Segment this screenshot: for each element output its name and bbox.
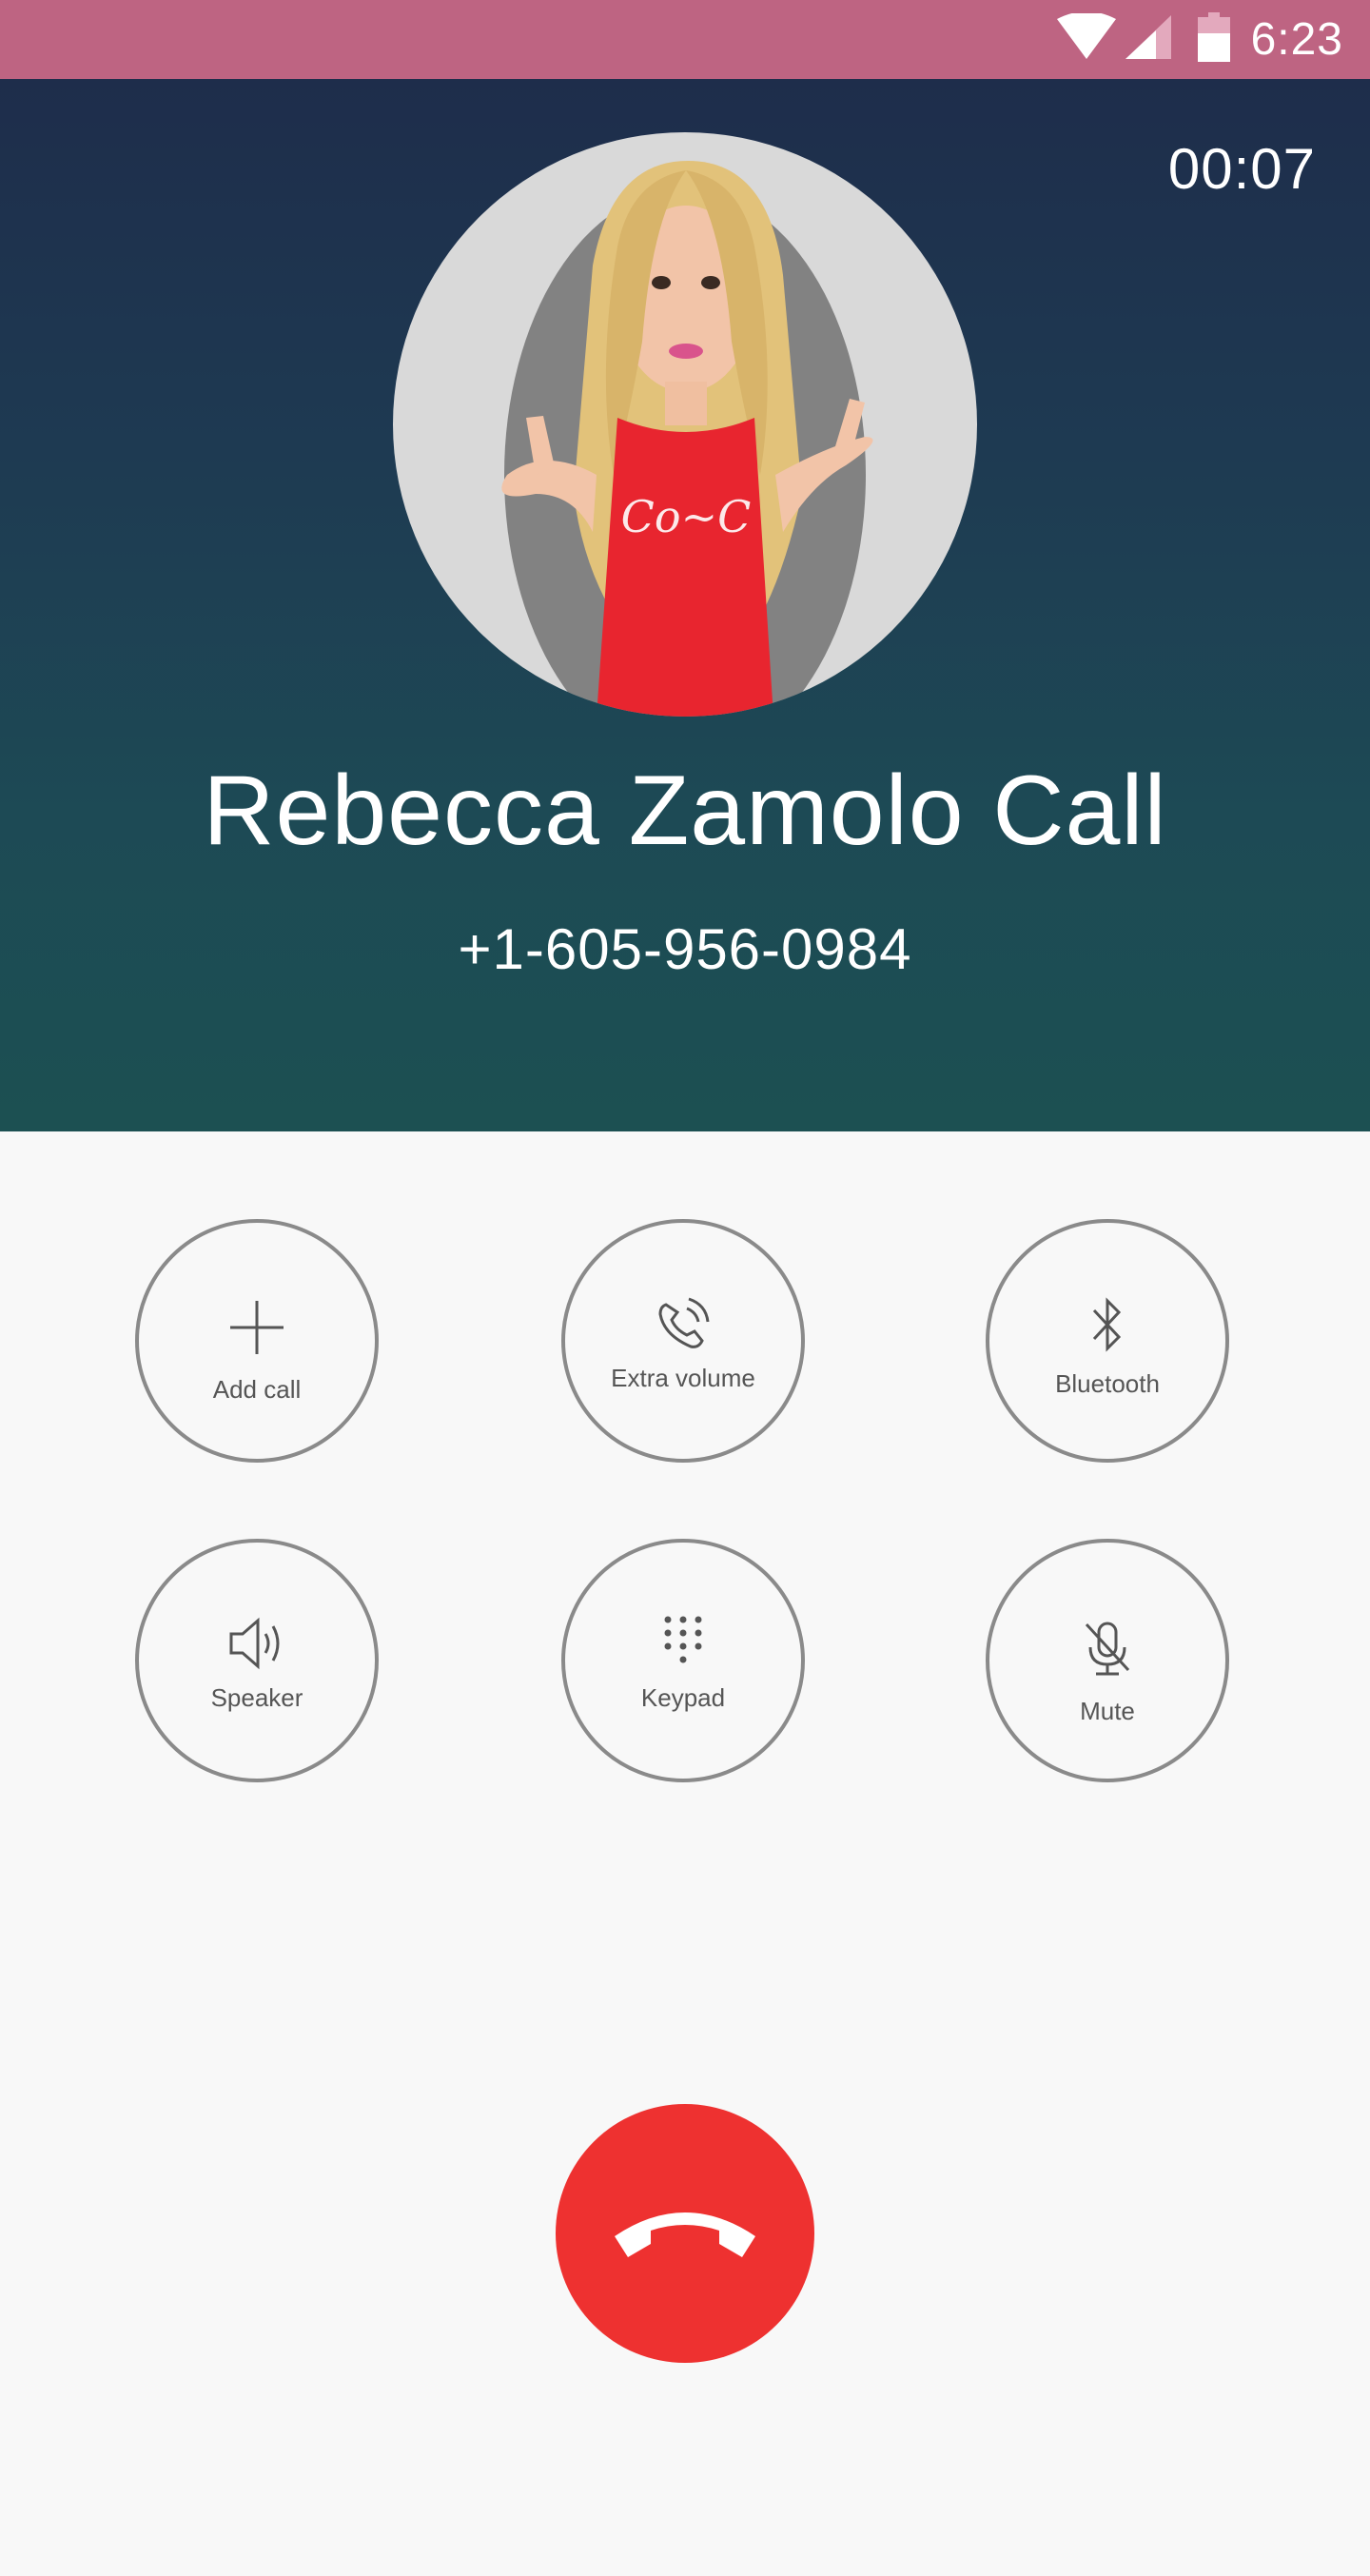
extra-volume-button[interactable]: Extra volume [561,1219,805,1463]
call-timer: 00:07 [1167,137,1316,201]
bluetooth-label: Bluetooth [1055,1369,1160,1398]
mute-button[interactable]: Mute [986,1539,1229,1782]
keypad-button[interactable]: Keypad [561,1539,805,1782]
signal-icon [1124,13,1173,66]
caller-number: +1-605-956-0984 [458,917,912,981]
end-call-button[interactable] [556,2104,814,2363]
status-bar: 6:23 [0,0,1370,79]
bluetooth-button[interactable]: Bluetooth [986,1219,1229,1463]
speaker-icon [139,1617,375,1670]
speaker-label: Speaker [210,1683,303,1712]
wifi-icon [1056,11,1116,66]
keypad-label: Keypad [640,1683,726,1712]
caller-avatar: Co~C [393,132,977,717]
extra-volume-label: Extra volume [611,1364,755,1392]
status-icons: 6:23 [1056,0,1343,79]
add-call-label: Add call [212,1375,302,1404]
end-call-icon [609,2198,761,2270]
status-time: 6:23 [1250,14,1343,65]
plus-icon [139,1299,375,1356]
battery-icon [1197,12,1230,67]
call-header: 00:07 Co~C Rebecca Zamolo Call +1-605-95… [0,79,1370,1131]
caller-name: Rebecca Zamolo Call [203,756,1167,866]
mute-label: Mute [1080,1697,1135,1725]
svg-text:Co~C: Co~C [621,491,752,542]
speaker-button[interactable]: Speaker [135,1539,379,1782]
add-call-button[interactable]: Add call [135,1219,379,1463]
keypad-icon [565,1615,801,1666]
mic-off-icon [989,1621,1225,1678]
bluetooth-icon [989,1295,1225,1354]
phone-volume-icon [565,1295,801,1352]
